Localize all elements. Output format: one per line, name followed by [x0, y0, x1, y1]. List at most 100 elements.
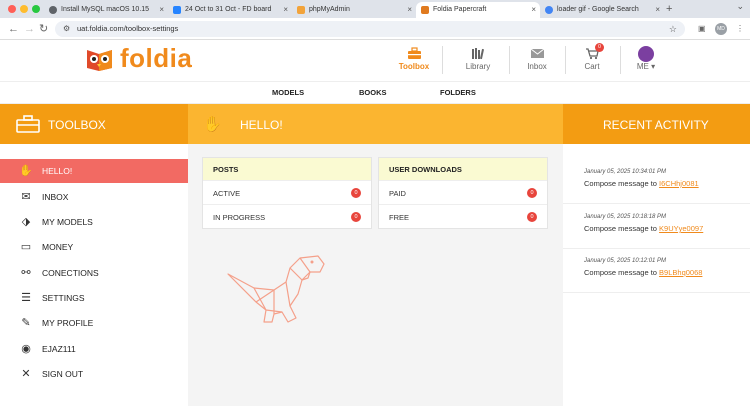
row-label: PAID — [389, 189, 406, 198]
connections-icon: ⚯ — [21, 267, 31, 279]
activity-timestamp: January 05, 2025 10:12:01 PM — [584, 258, 667, 264]
downloads-paid-row[interactable]: PAID 0 — [379, 180, 547, 204]
sidebar-item-my-models[interactable]: ⬗ MY MODELS — [0, 210, 188, 234]
header-divider — [442, 46, 443, 74]
sidebar-item-my-profile[interactable]: ✎ MY PROFILE — [0, 311, 188, 335]
count-badge: 0 — [527, 212, 537, 222]
window-close-button[interactable] — [8, 5, 16, 13]
posts-card: POSTS ACTIVE 0 IN PROGRESS 0 — [202, 157, 372, 229]
activity-recipient-link[interactable]: K9UYye0097 — [659, 224, 703, 233]
settings-icon: ☰ — [21, 292, 31, 304]
bookmark-star-icon[interactable]: ☆ — [669, 21, 677, 37]
menu-item-folders[interactable]: FOLDERS — [440, 88, 476, 97]
pencil-icon: ✎ — [21, 317, 31, 329]
header-nav-label: Library — [465, 62, 491, 71]
browser-menu-icon[interactable]: ⋮ — [736, 23, 744, 35]
sidebar-item-label: INBOX — [42, 192, 69, 202]
browser-tab[interactable]: 24 Oct to 31 Oct - FD board × — [168, 2, 292, 18]
tab-close-icon[interactable]: × — [531, 2, 536, 18]
url-text: uat.foldia.com/toolbox-settings — [77, 24, 179, 33]
sidebar-item-inbox[interactable]: ✉ INBOX — [0, 185, 188, 209]
recent-activity-header-bar: RECENT ACTIVITY — [563, 104, 750, 144]
activity-divider — [563, 292, 750, 293]
activity-text: Compose message to — [584, 179, 657, 188]
browser-tab[interactable]: loader gif - Google Search × — [540, 2, 664, 18]
inbox-icon — [514, 44, 560, 62]
extensions-icon[interactable]: ▣ — [698, 23, 706, 35]
header-nav-inbox[interactable]: Inbox — [514, 44, 560, 71]
hello-panel: POSTS ACTIVE 0 IN PROGRESS 0 USER DOWNLO… — [188, 144, 563, 406]
activity-item: January 05, 2025 10:34:01 PM Compose mes… — [584, 169, 734, 188]
forward-icon[interactable]: → — [24, 21, 35, 37]
window-minimize-button[interactable] — [20, 5, 28, 13]
tab-title: 24 Oct to 31 Oct - FD board — [185, 6, 272, 13]
sidebar-item-hello[interactable]: ✋ HELLO! — [0, 159, 188, 183]
count-badge: 0 — [351, 212, 361, 222]
sidebar-item-sign-out[interactable]: ✕ SIGN OUT — [0, 362, 188, 386]
profile-avatar[interactable]: MD — [715, 23, 727, 35]
sidebar-item-connections[interactable]: ⚯ CONECTIONS — [0, 261, 188, 285]
sidebar-item-money[interactable]: ▭ MONEY — [0, 235, 188, 259]
reload-icon[interactable]: ↻ — [39, 21, 48, 37]
header-nav-toolbox[interactable]: Toolbox — [391, 44, 437, 71]
browser-tab[interactable]: Install MySQL macOS 10.15 × — [44, 2, 168, 18]
sidebar-item-label: MY MODELS — [42, 217, 93, 227]
sidebar-item-settings[interactable]: ☰ SETTINGS — [0, 286, 188, 310]
category-menu: MODELS BOOKS FOLDERS — [0, 82, 750, 104]
tab-close-icon[interactable]: × — [407, 2, 412, 18]
posts-in-progress-row[interactable]: IN PROGRESS 0 — [203, 204, 371, 228]
tab-close-icon[interactable]: × — [283, 2, 288, 18]
row-label: FREE — [389, 213, 410, 222]
menu-item-models[interactable]: MODELS — [272, 88, 304, 97]
toolbox-header-bar: TOOLBOX — [0, 104, 188, 144]
cart-icon: 0 — [569, 43, 615, 62]
activity-recipient-link[interactable]: I6CHhj0081 — [659, 179, 699, 188]
downloads-free-row[interactable]: FREE 0 — [379, 204, 547, 228]
foldia-logo-text[interactable]: foldia — [120, 43, 192, 74]
tab-close-icon[interactable]: × — [159, 2, 164, 18]
count-badge: 0 — [351, 188, 361, 198]
activity-divider — [563, 203, 750, 204]
user-avatar — [638, 46, 654, 62]
menu-item-books[interactable]: BOOKS — [359, 88, 387, 97]
close-icon: ✕ — [21, 368, 31, 380]
address-bar[interactable]: ⚙ uat.foldia.com/toolbox-settings ☆ — [55, 21, 685, 37]
user-downloads-card: USER DOWNLOADS PAID 0 FREE 0 — [378, 157, 548, 229]
sidebar-item-label: MY PROFILE — [42, 318, 94, 328]
sidebar-item-username[interactable]: ◉ EJAZ111 — [0, 337, 188, 361]
tab-search-chevron-icon[interactable]: ⌄ — [736, 1, 744, 12]
posts-active-row[interactable]: ACTIVE 0 — [203, 180, 371, 204]
activity-recipient-link[interactable]: B9LBhq0068 — [659, 268, 702, 277]
envelope-icon: ✉ — [21, 191, 31, 203]
new-tab-icon[interactable]: + — [666, 2, 672, 16]
tab-close-icon[interactable]: × — [655, 2, 660, 18]
activity-message: Compose message to B9LBhq0068 — [584, 268, 734, 277]
header-nav-library[interactable]: Library — [455, 44, 501, 71]
header-nav-me[interactable]: ME ▾ — [623, 44, 669, 71]
sidebar-item-label: EJAZ111 — [42, 344, 76, 354]
browser-tab[interactable]: phpMyAdmin × — [292, 2, 416, 18]
tab-favicon — [421, 6, 429, 14]
activity-timestamp: January 05, 2025 10:34:01 PM — [584, 169, 667, 175]
window-maximize-button[interactable] — [32, 5, 40, 13]
header-nav-label: Inbox — [527, 62, 547, 71]
header-divider — [620, 46, 621, 74]
header-nav-label: ME — [636, 62, 649, 71]
hello-header-bar: ✋ HELLO! — [188, 104, 563, 144]
row-label: ACTIVE — [213, 189, 241, 198]
tab-favicon — [173, 6, 181, 14]
downloads-card-title: USER DOWNLOADS — [379, 158, 547, 180]
activity-message: Compose message to K9UYye0097 — [584, 224, 734, 233]
user-icon: ◉ — [21, 343, 31, 355]
browser-tab-active[interactable]: Foldia Papercraft × — [416, 2, 540, 18]
toolbox-icon — [16, 115, 40, 133]
header-divider — [509, 46, 510, 74]
recent-activity-panel: January 05, 2025 10:34:01 PM Compose mes… — [563, 144, 750, 406]
activity-text: Compose message to — [584, 224, 657, 233]
site-info-icon[interactable]: ⚙ — [63, 21, 70, 37]
back-icon[interactable]: ← — [8, 21, 19, 37]
header-nav-label: Cart — [584, 62, 600, 71]
browser-toolbar: ← → ↻ ⚙ uat.foldia.com/toolbox-settings … — [0, 18, 750, 40]
foldia-logo-icon[interactable] — [85, 46, 114, 72]
header-nav-cart[interactable]: 0 Cart — [569, 43, 615, 71]
